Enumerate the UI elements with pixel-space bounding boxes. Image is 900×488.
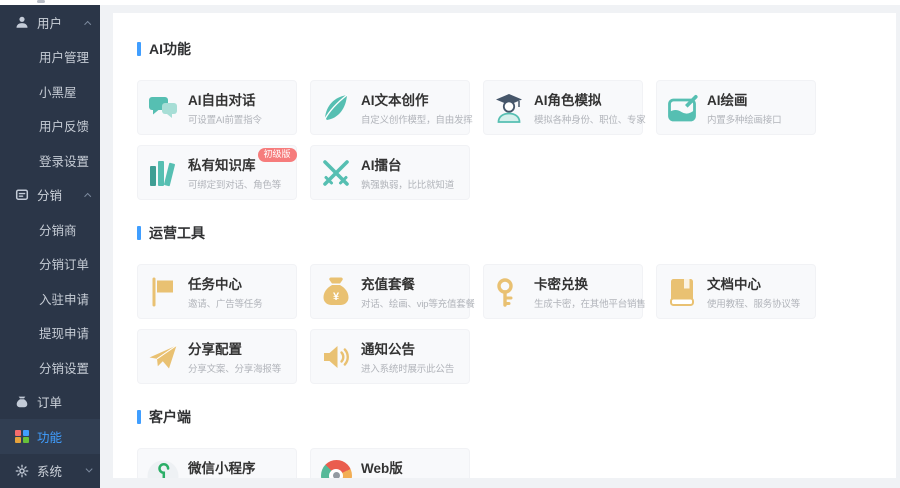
card-ai-chat[interactable]: AI自由对话 可设置AI前置指令 <box>137 80 297 135</box>
card-grid-operations: 任务中心 邀请、广告等任务 ¥ 充值套餐 对话、绘画、vip等充值套餐 卡密兑换… <box>137 264 829 384</box>
sidebar: 用户 用户管理 小黑屋 用户反馈 登录设置 分销 分销商 分销订单 入驻申请 提… <box>0 5 100 488</box>
web-browser-icon <box>319 459 353 479</box>
features-panel: AI功能 AI自由对话 可设置AI前置指令 AI文本创作 自定义创作模型，自由发… <box>113 13 896 478</box>
section-accent-bar <box>137 226 141 240</box>
section-header-operations: 运营工具 <box>137 223 872 243</box>
chevron-down-icon <box>85 466 93 474</box>
speaker-icon <box>319 340 353 374</box>
sidebar-item-features[interactable]: 功能 <box>0 419 100 454</box>
card-notice[interactable]: 通知公告 进入系统时展示此公告 <box>310 329 470 384</box>
sidebar-group-user[interactable]: 用户 <box>0 5 100 40</box>
version-badge: 初级版 <box>258 148 297 162</box>
card-share-config[interactable]: 分享配置 分享文案、分享海报等 <box>137 329 297 384</box>
paper-plane-icon <box>146 340 180 374</box>
chat-bubbles-icon <box>146 91 180 125</box>
card-grid-ai: AI自由对话 可设置AI前置指令 AI文本创作 自定义创作模型，自由发挥 AI角… <box>137 80 829 200</box>
card-grid-clients: 微信小程序 参数配置、代码上传等 Web版 管理PC版、H5版 <box>137 448 829 478</box>
distribution-icon <box>15 188 29 202</box>
section-title: 运营工具 <box>149 223 205 243</box>
sidebar-item-join-applications[interactable]: 入驻申请 <box>0 281 100 316</box>
card-task-center[interactable]: 任务中心 邀请、广告等任务 <box>137 264 297 319</box>
key-icon <box>492 275 526 309</box>
card-doc-center[interactable]: 文档中心 使用教程、服务协议等 <box>656 264 816 319</box>
wechat-miniprogram-icon <box>146 459 180 479</box>
sidebar-group-system[interactable]: 系统 <box>0 454 100 488</box>
card-knowledge-base[interactable]: 私有知识库 初级版 可绑定到对话、角色等 <box>137 145 297 200</box>
section-title: AI功能 <box>149 39 191 59</box>
quill-icon <box>319 91 353 125</box>
svg-text:¥: ¥ <box>333 291 340 303</box>
chevron-up-icon <box>84 192 92 200</box>
gear-icon <box>15 464 29 478</box>
money-bag-icon <box>15 395 29 409</box>
money-bag-icon: ¥ <box>319 275 353 309</box>
app-window: 用户 用户管理 小黑屋 用户反馈 登录设置 分销 分销商 分销订单 入驻申请 提… <box>0 0 900 488</box>
sidebar-item-distribution-settings[interactable]: 分销设置 <box>0 350 100 385</box>
section-header-clients: 客户端 <box>137 407 872 427</box>
card-ai-roleplay[interactable]: AI角色模拟 模拟各种身份、职位、专家 <box>483 80 643 135</box>
features-grid-icon <box>15 429 29 443</box>
section-accent-bar <box>137 410 141 424</box>
sidebar-item-user-management[interactable]: 用户管理 <box>0 40 100 75</box>
content-area: AI功能 AI自由对话 可设置AI前置指令 AI文本创作 自定义创作模型，自由发… <box>100 5 900 488</box>
sidebar-item-distribution-orders[interactable]: 分销订单 <box>0 247 100 282</box>
card-recharge-packages[interactable]: ¥ 充值套餐 对话、绘画、vip等充值套餐 <box>310 264 470 319</box>
section-accent-bar <box>137 42 141 56</box>
chevron-up-icon <box>84 20 92 28</box>
card-key-redeem[interactable]: 卡密兑换 生成卡密，在其他平台销售 <box>483 264 643 319</box>
sidebar-group-label: 用户 <box>37 13 62 32</box>
books-icon <box>146 156 180 190</box>
sidebar-item-user-feedback[interactable]: 用户反馈 <box>0 109 100 144</box>
sidebar-item-orders[interactable]: 订单 <box>0 385 100 420</box>
card-wechat-miniprogram[interactable]: 微信小程序 参数配置、代码上传等 <box>137 448 297 478</box>
sidebar-item-login-settings[interactable]: 登录设置 <box>0 143 100 178</box>
flag-icon <box>146 275 180 309</box>
book-icon <box>665 275 699 309</box>
card-web-version[interactable]: Web版 管理PC版、H5版 <box>310 448 470 478</box>
sidebar-item-distributor[interactable]: 分销商 <box>0 212 100 247</box>
user-icon <box>15 15 29 29</box>
card-ai-writing[interactable]: AI文本创作 自定义创作模型，自由发挥 <box>310 80 470 135</box>
paint-brush-icon <box>665 91 699 125</box>
sidebar-group-distribution[interactable]: 分销 <box>0 178 100 213</box>
section-title: 客户端 <box>149 407 191 427</box>
sidebar-item-blacklist[interactable]: 小黑屋 <box>0 74 100 109</box>
card-ai-drawing[interactable]: AI绘画 内置多种绘画接口 <box>656 80 816 135</box>
card-ai-arena[interactable]: AI擂台 孰强孰弱，比比就知道 <box>310 145 470 200</box>
sidebar-group-label: 分销 <box>37 185 62 204</box>
graduate-icon <box>492 91 526 125</box>
scrollbar-remnant <box>37 0 45 3</box>
sidebar-item-withdrawal-applications[interactable]: 提现申请 <box>0 316 100 351</box>
section-header-ai: AI功能 <box>137 39 872 59</box>
crossed-swords-icon <box>319 156 353 190</box>
